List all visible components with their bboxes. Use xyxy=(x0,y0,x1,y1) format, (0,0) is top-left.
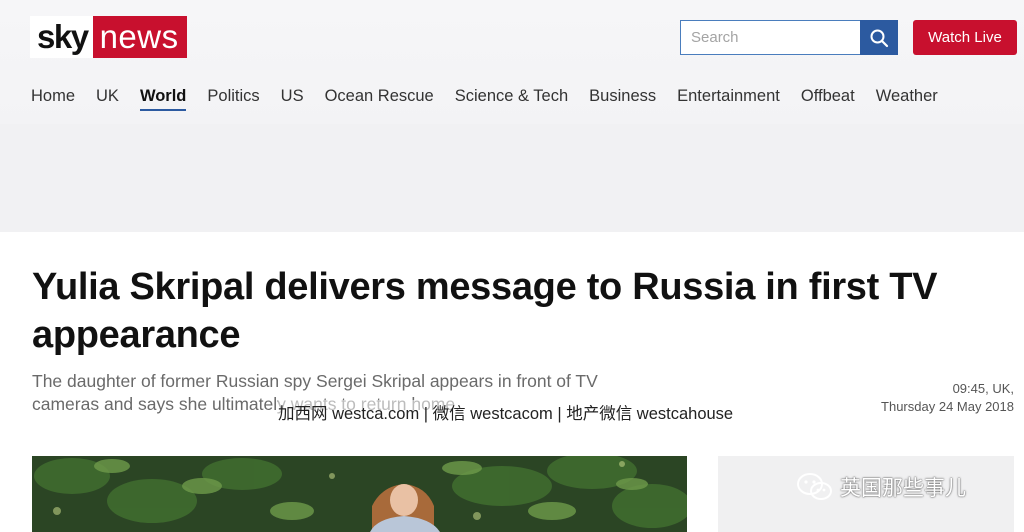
wechat-icon xyxy=(797,473,832,500)
nav-item-business[interactable]: Business xyxy=(589,87,656,110)
nav-item-world[interactable]: World xyxy=(139,87,187,111)
main-nav: Home UK World Politics US Ocean Rescue S… xyxy=(31,87,938,111)
article-timestamp: 09:45, UK, Thursday 24 May 2018 xyxy=(881,380,1014,416)
nav-item-politics[interactable]: Politics xyxy=(207,87,259,110)
nav-item-offbeat[interactable]: Offbeat xyxy=(801,87,855,110)
search-button[interactable] xyxy=(860,20,898,55)
nav-item-uk[interactable]: UK xyxy=(96,87,119,110)
article-time: 09:45, UK, xyxy=(952,381,1014,396)
hero-image[interactable] xyxy=(32,456,687,532)
wechat-account-name: 英国那些事儿 xyxy=(840,477,966,500)
nav-item-ocean-rescue[interactable]: Ocean Rescue xyxy=(325,87,434,110)
sky-news-logo[interactable]: sky news xyxy=(30,16,187,58)
watch-live-button[interactable]: Watch Live xyxy=(913,20,1017,55)
nav-item-home[interactable]: Home xyxy=(31,87,75,110)
wechat-watermark: 英国那些事儿 xyxy=(796,472,966,502)
nav-item-weather[interactable]: Weather xyxy=(876,87,938,110)
search-icon xyxy=(870,29,889,47)
logo-news-text: news xyxy=(92,16,187,58)
site-header: sky news Watch Live Home UK World Politi… xyxy=(0,0,1024,232)
logo-sky-text: sky xyxy=(30,16,93,58)
nav-item-us[interactable]: US xyxy=(281,87,304,110)
search-input[interactable] xyxy=(680,20,860,55)
nav-item-science-tech[interactable]: Science & Tech xyxy=(455,87,568,110)
article-headline: Yulia Skripal delivers message to Russia… xyxy=(32,266,938,356)
nav-item-entertainment[interactable]: Entertainment xyxy=(677,87,780,110)
hero-photo-foliage xyxy=(32,456,687,532)
watermark-overlay: 加西网 westca.com | 微信 westcacom | 地产微信 wes… xyxy=(278,400,734,424)
search-bar xyxy=(680,20,898,55)
article-date: Thursday 24 May 2018 xyxy=(881,399,1014,414)
